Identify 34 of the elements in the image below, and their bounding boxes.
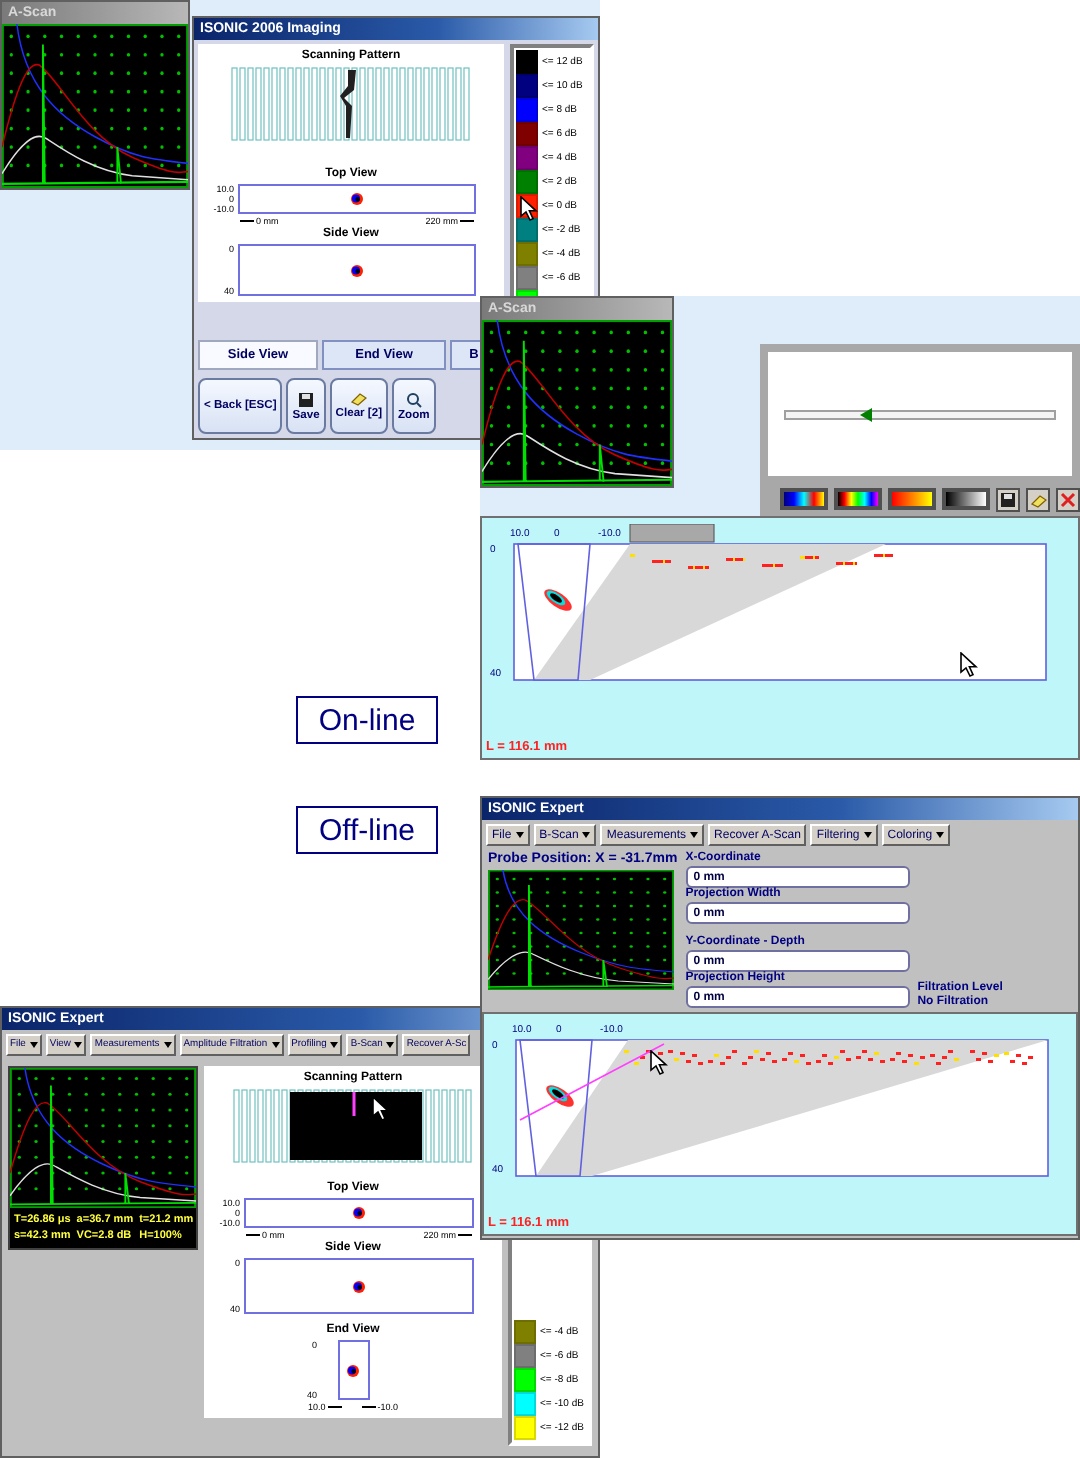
caret-icon — [271, 1042, 280, 1048]
caret-icon — [863, 832, 872, 838]
mode-label: On-line — [296, 696, 438, 744]
slider-track[interactable] — [784, 409, 1056, 419]
caret-icon — [330, 1042, 339, 1048]
indication-blob-icon — [350, 263, 364, 277]
eraser-icon — [1029, 493, 1047, 507]
caret-icon — [515, 832, 524, 838]
cursor-icon — [650, 1050, 668, 1076]
close-button[interactable] — [1056, 488, 1080, 512]
palette-button[interactable] — [942, 488, 990, 510]
caret-icon — [386, 1042, 395, 1048]
palette-button[interactable] — [888, 488, 936, 510]
slider-thumb[interactable] — [860, 407, 873, 421]
caret-icon — [936, 832, 945, 838]
mode-label: Off-line — [296, 806, 438, 854]
caret-icon — [74, 1042, 83, 1048]
indication-blob-icon — [352, 1279, 366, 1293]
palette-button[interactable] — [780, 488, 828, 510]
caret-icon — [690, 832, 699, 838]
palette-button[interactable] — [834, 488, 882, 510]
close-icon — [1060, 492, 1076, 508]
cursor-icon — [372, 1096, 390, 1122]
cursor-icon — [960, 652, 978, 678]
eraser-icon — [349, 392, 368, 406]
indication-blob-icon — [352, 1206, 366, 1220]
save-button[interactable] — [996, 488, 1020, 512]
caret-icon — [29, 1042, 38, 1048]
indication-blob-icon — [350, 192, 364, 206]
caret-icon — [582, 832, 591, 838]
magnifier-icon — [405, 391, 422, 407]
clear-button[interactable] — [1026, 488, 1050, 512]
caret-icon — [163, 1042, 172, 1048]
indication-blob-icon — [346, 1363, 360, 1377]
